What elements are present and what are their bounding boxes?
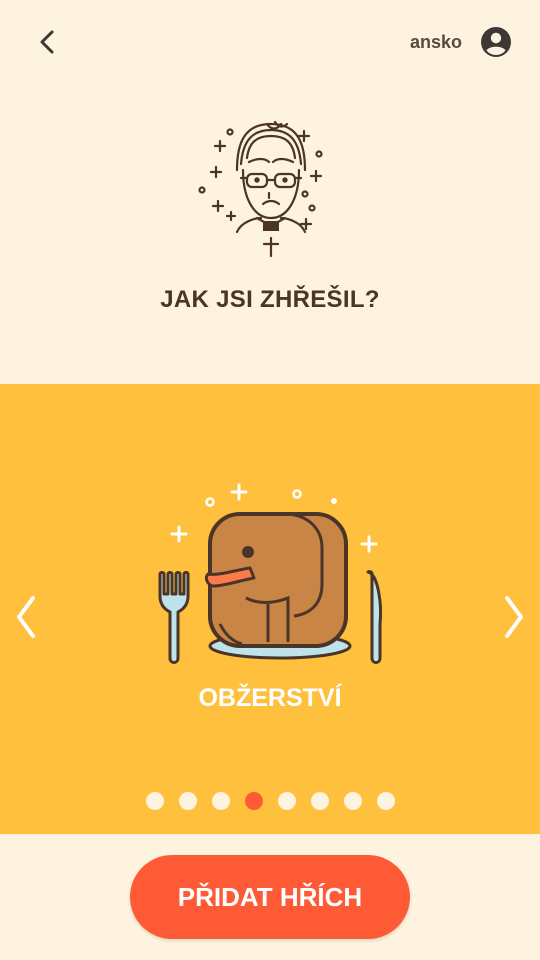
back-button[interactable] — [28, 22, 68, 62]
page-dot-active[interactable] — [244, 792, 263, 810]
elephant-plate-icon — [158, 483, 382, 664]
sin-carousel[interactable]: OBŽERSTVÍ — [0, 384, 540, 834]
chevron-left-icon — [40, 30, 54, 54]
app-bar: ansko — [0, 0, 540, 84]
page-indicator — [0, 792, 540, 810]
page-dot[interactable] — [277, 792, 296, 810]
account-circle-icon[interactable] — [480, 26, 512, 58]
page-dot[interactable] — [376, 792, 395, 810]
sin-category-label: OBŽERSTVÍ — [198, 684, 342, 712]
add-sin-button[interactable]: PŘIDAT HŘÍCH — [130, 855, 410, 939]
page-dot[interactable] — [310, 792, 329, 810]
next-sin-button[interactable] — [494, 592, 534, 642]
page-dot[interactable] — [343, 792, 362, 810]
chevron-left-icon — [17, 596, 35, 638]
page-dot[interactable] — [178, 792, 197, 810]
page-dot[interactable] — [211, 792, 230, 810]
chevron-right-icon — [505, 596, 523, 638]
previous-sin-button[interactable] — [6, 592, 46, 642]
page-dot[interactable] — [145, 792, 164, 810]
page-title: JAK JSI ZHŘEŠIL? — [160, 286, 380, 313]
priest-icon — [198, 120, 323, 258]
hero-illustration — [0, 100, 540, 270]
user-account[interactable]: ansko — [410, 22, 512, 62]
username-label: ansko — [409, 31, 462, 52]
